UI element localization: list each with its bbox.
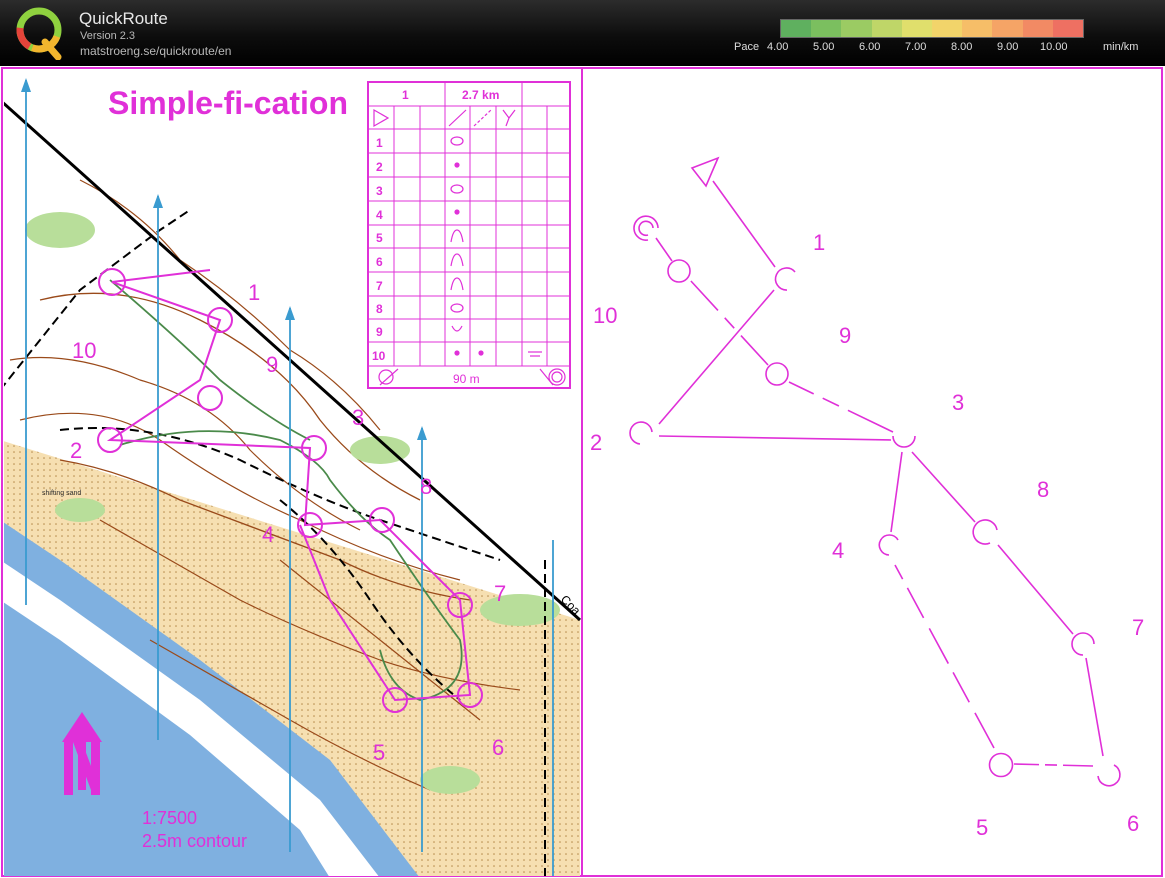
- pace-tick: 4.00: [767, 41, 789, 53]
- map-control-label: 2: [70, 438, 82, 463]
- map-title: Simple-fi-cation: [108, 85, 348, 121]
- desc-control-number: 10: [372, 349, 386, 363]
- schematic-control-label: 9: [839, 323, 851, 348]
- pace-tick: 10.00: [1040, 41, 1068, 53]
- pace-color-segment: [901, 20, 933, 37]
- pace-tick: 9.00: [997, 41, 1019, 53]
- map-control-label: 7: [494, 581, 506, 606]
- pace-color-segment: [1052, 20, 1084, 37]
- desc-control-number: 1: [376, 136, 383, 150]
- desc-control-number: 2: [376, 160, 383, 174]
- schematic-control-label: 4: [832, 538, 844, 563]
- map-control-label: 10: [72, 338, 96, 363]
- desc-control-number: 7: [376, 279, 383, 293]
- pace-color-segment: [962, 20, 993, 37]
- pace-color-segment: [1022, 20, 1053, 37]
- desc-control-number: 3: [376, 184, 383, 198]
- schematic-control-label: 8: [1037, 477, 1049, 502]
- map-control-label: 6: [492, 735, 504, 760]
- pace-color-segment: [781, 20, 812, 37]
- map-control-label: 9: [266, 352, 278, 377]
- app-title: QuickRoute: [79, 9, 168, 28]
- schematic-control-label: 1: [813, 230, 825, 255]
- pace-unit: min/km: [1103, 41, 1139, 53]
- schematic-control-label: 5: [976, 815, 988, 840]
- control-description-sheet: 1 2.7 km 1 2 3 4 5 6 7 8 9 10 90 m: [367, 81, 571, 389]
- course-length: 2.7 km: [462, 88, 499, 102]
- schematic-control-label: 10: [593, 303, 617, 328]
- map-scale: 1:7500: [142, 808, 197, 828]
- pace-tick: 8.00: [951, 41, 973, 53]
- map-contour-interval: 2.5m contour: [142, 831, 247, 851]
- pace-color-segment: [841, 20, 872, 37]
- schematic-control-label: 3: [952, 390, 964, 415]
- map-control-label: 1: [248, 280, 260, 305]
- pace-color-scale: [780, 19, 1084, 38]
- map-control-label: 8: [420, 474, 432, 499]
- finish-distance: 90 m: [453, 372, 480, 386]
- sand-label: shifting sand: [42, 490, 81, 497]
- pace-color-segment: [811, 20, 842, 37]
- map-control-label: 4: [262, 522, 274, 547]
- map-canvas[interactable]: 1 2 3 4 5 6 7 8 9 10 shifting sand Coa S…: [0, 66, 1165, 878]
- desc-control-number: 6: [376, 255, 383, 269]
- desc-control-number: 9: [376, 325, 383, 339]
- pace-tick: 7.00: [905, 41, 927, 53]
- course-name: 1: [402, 88, 409, 102]
- schematic-control-label: 6: [1127, 811, 1139, 836]
- pace-label: Pace: [734, 41, 760, 53]
- pace-tick: 5.00: [813, 41, 835, 53]
- map-control-label: 3: [352, 405, 364, 430]
- quickroute-logo-icon: [16, 7, 62, 60]
- desc-control-number: 8: [376, 302, 383, 316]
- pace-tick: 6.00: [859, 41, 881, 53]
- desc-control-number: 5: [376, 231, 383, 245]
- schematic-control-label: 2: [590, 430, 602, 455]
- app-url[interactable]: matstroeng.se/quickroute/en: [80, 44, 231, 58]
- schematic-control-label: 7: [1132, 615, 1144, 640]
- app-version: Version 2.3: [80, 30, 136, 42]
- map-image[interactable]: 1 2 3 4 5 6 7 8 9 10 shifting sand Coa S…: [0, 66, 1165, 878]
- pace-color-segment: [992, 20, 1023, 37]
- map-control-label: 5: [373, 740, 385, 765]
- desc-control-number: 4: [376, 208, 383, 222]
- pace-color-segment: [871, 20, 902, 37]
- app-header: QuickRoute Version 2.3 matstroeng.se/qui…: [0, 0, 1165, 66]
- pace-color-segment: [932, 20, 963, 37]
